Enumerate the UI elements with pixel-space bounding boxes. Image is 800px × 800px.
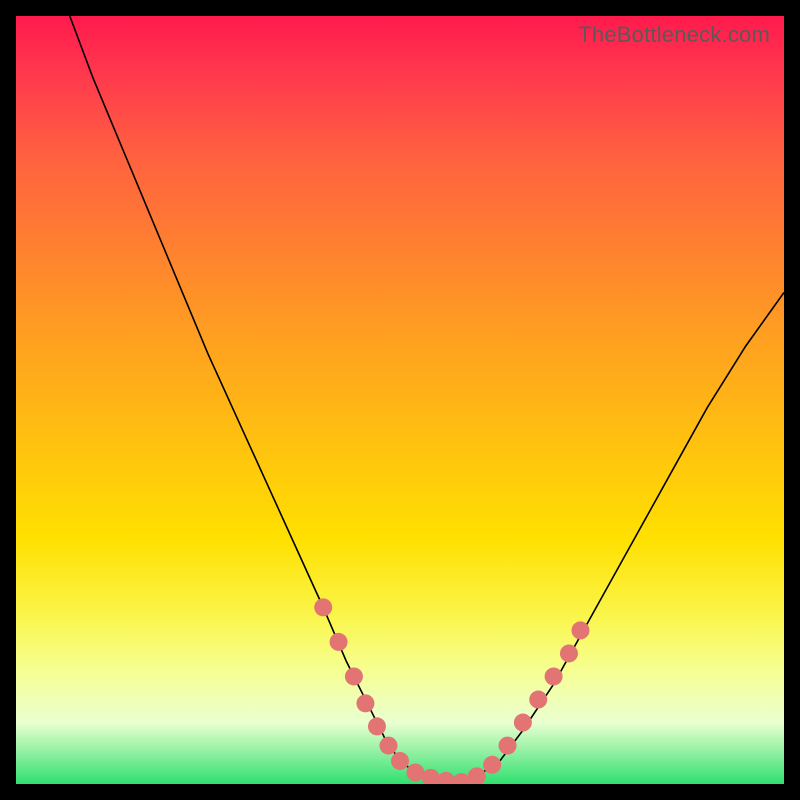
highlight-dot [468,767,486,784]
highlight-dot [391,752,409,770]
highlight-dot [499,737,517,755]
series-right-arm [461,292,784,782]
highlight-dot [545,667,563,685]
highlight-dot [345,667,363,685]
highlight-dot [314,598,332,616]
highlight-dot [529,691,547,709]
highlight-dot [406,763,424,781]
chart-plot-area: TheBottleneck.com [16,16,784,784]
highlight-dot [437,772,455,784]
highlight-dot [452,773,470,784]
highlight-dot [356,694,374,712]
highlight-dot [514,714,532,732]
highlight-dot [571,621,589,639]
highlight-dot [368,717,386,735]
highlight-dot [560,644,578,662]
highlight-dot [379,737,397,755]
highlight-dot [330,633,348,651]
chart-svg [16,16,784,784]
highlight-dot [422,769,440,784]
series-left-arm [70,16,462,782]
highlight-dot [483,756,501,774]
